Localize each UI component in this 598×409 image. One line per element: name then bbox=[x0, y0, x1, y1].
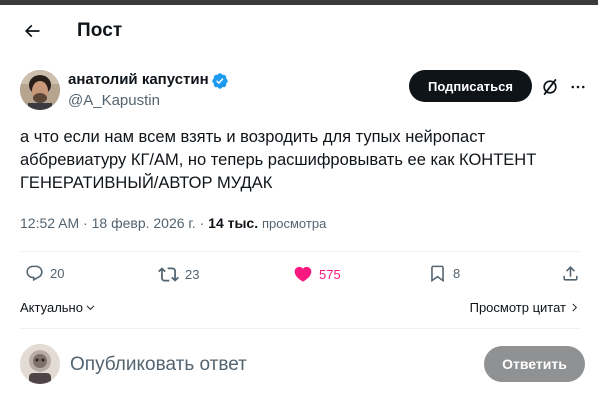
tweet-text-line: аббревиатуру КГ/АМ, но теперь расшифровы… bbox=[20, 151, 537, 169]
page-title: Пост bbox=[77, 20, 123, 41]
tweet-time[interactable]: 12:52 AM bbox=[20, 215, 79, 231]
reply-action[interactable]: 20 bbox=[25, 264, 64, 283]
heart-filled-icon bbox=[294, 266, 312, 282]
tweet-meta: 12:52 AM · 18 февр. 2026 г. · 14 тыс. пр… bbox=[20, 215, 326, 231]
repost-icon bbox=[158, 267, 179, 282]
views-count[interactable]: 14 тыс. bbox=[208, 215, 258, 231]
more-options-icon[interactable] bbox=[568, 78, 588, 96]
views-label: просмотра bbox=[262, 216, 327, 231]
meta-separator: · bbox=[83, 215, 92, 231]
author-avatar[interactable] bbox=[20, 70, 60, 110]
chevron-right-icon bbox=[572, 303, 577, 312]
arrow-left-icon bbox=[24, 24, 40, 38]
back-button[interactable] bbox=[18, 17, 46, 45]
tweet-actions: 20 23 575 8 bbox=[0, 258, 598, 292]
user-photo bbox=[20, 344, 60, 384]
user-avatar[interactable] bbox=[20, 344, 60, 384]
subscribe-button[interactable]: Подписаться bbox=[409, 70, 532, 102]
meta-separator: · bbox=[199, 215, 209, 231]
tweet-text-line: а что если нам всем взять и возродить дл… bbox=[20, 128, 485, 146]
divider bbox=[20, 251, 580, 252]
author-handle[interactable]: @A_Kapustin bbox=[68, 92, 160, 109]
author-photo bbox=[20, 70, 60, 110]
tweet-date[interactable]: 18 февр. 2026 г. bbox=[92, 215, 196, 231]
author-name[interactable]: анатолий капустин bbox=[68, 71, 209, 88]
chevron-down-icon bbox=[86, 305, 95, 310]
reply-count: 20 bbox=[50, 266, 65, 281]
bookmark-count: 8 bbox=[453, 266, 461, 281]
view-quotes-link[interactable]: Просмотр цитат bbox=[470, 300, 580, 315]
divider bbox=[20, 328, 580, 329]
reply-input[interactable] bbox=[70, 352, 450, 378]
bookmark-icon bbox=[431, 265, 444, 283]
page-header: Пост bbox=[0, 5, 598, 55]
share-action[interactable] bbox=[561, 264, 580, 283]
verified-badge-icon bbox=[212, 73, 228, 89]
reply-icon bbox=[26, 265, 43, 282]
reply-button[interactable]: Ответить bbox=[484, 346, 585, 382]
repost-action[interactable]: 23 bbox=[158, 264, 199, 285]
view-quotes-label: Просмотр цитат bbox=[469, 300, 566, 315]
grok-icon[interactable] bbox=[540, 77, 560, 97]
repost-count: 23 bbox=[185, 267, 200, 282]
tweet-text-line: ГЕНЕРАТИВНЫЙ/АВТОР МУДАК bbox=[20, 174, 273, 192]
like-action[interactable]: 575 bbox=[293, 264, 341, 284]
sort-dropdown[interactable]: Актуально bbox=[20, 300, 96, 315]
tweet-text: а что если нам всем взять и возродить дл… bbox=[20, 126, 580, 195]
like-count: 575 bbox=[319, 266, 341, 282]
bookmark-action[interactable]: 8 bbox=[428, 264, 460, 283]
sort-label: Актуально bbox=[20, 300, 83, 315]
share-icon bbox=[563, 266, 578, 281]
